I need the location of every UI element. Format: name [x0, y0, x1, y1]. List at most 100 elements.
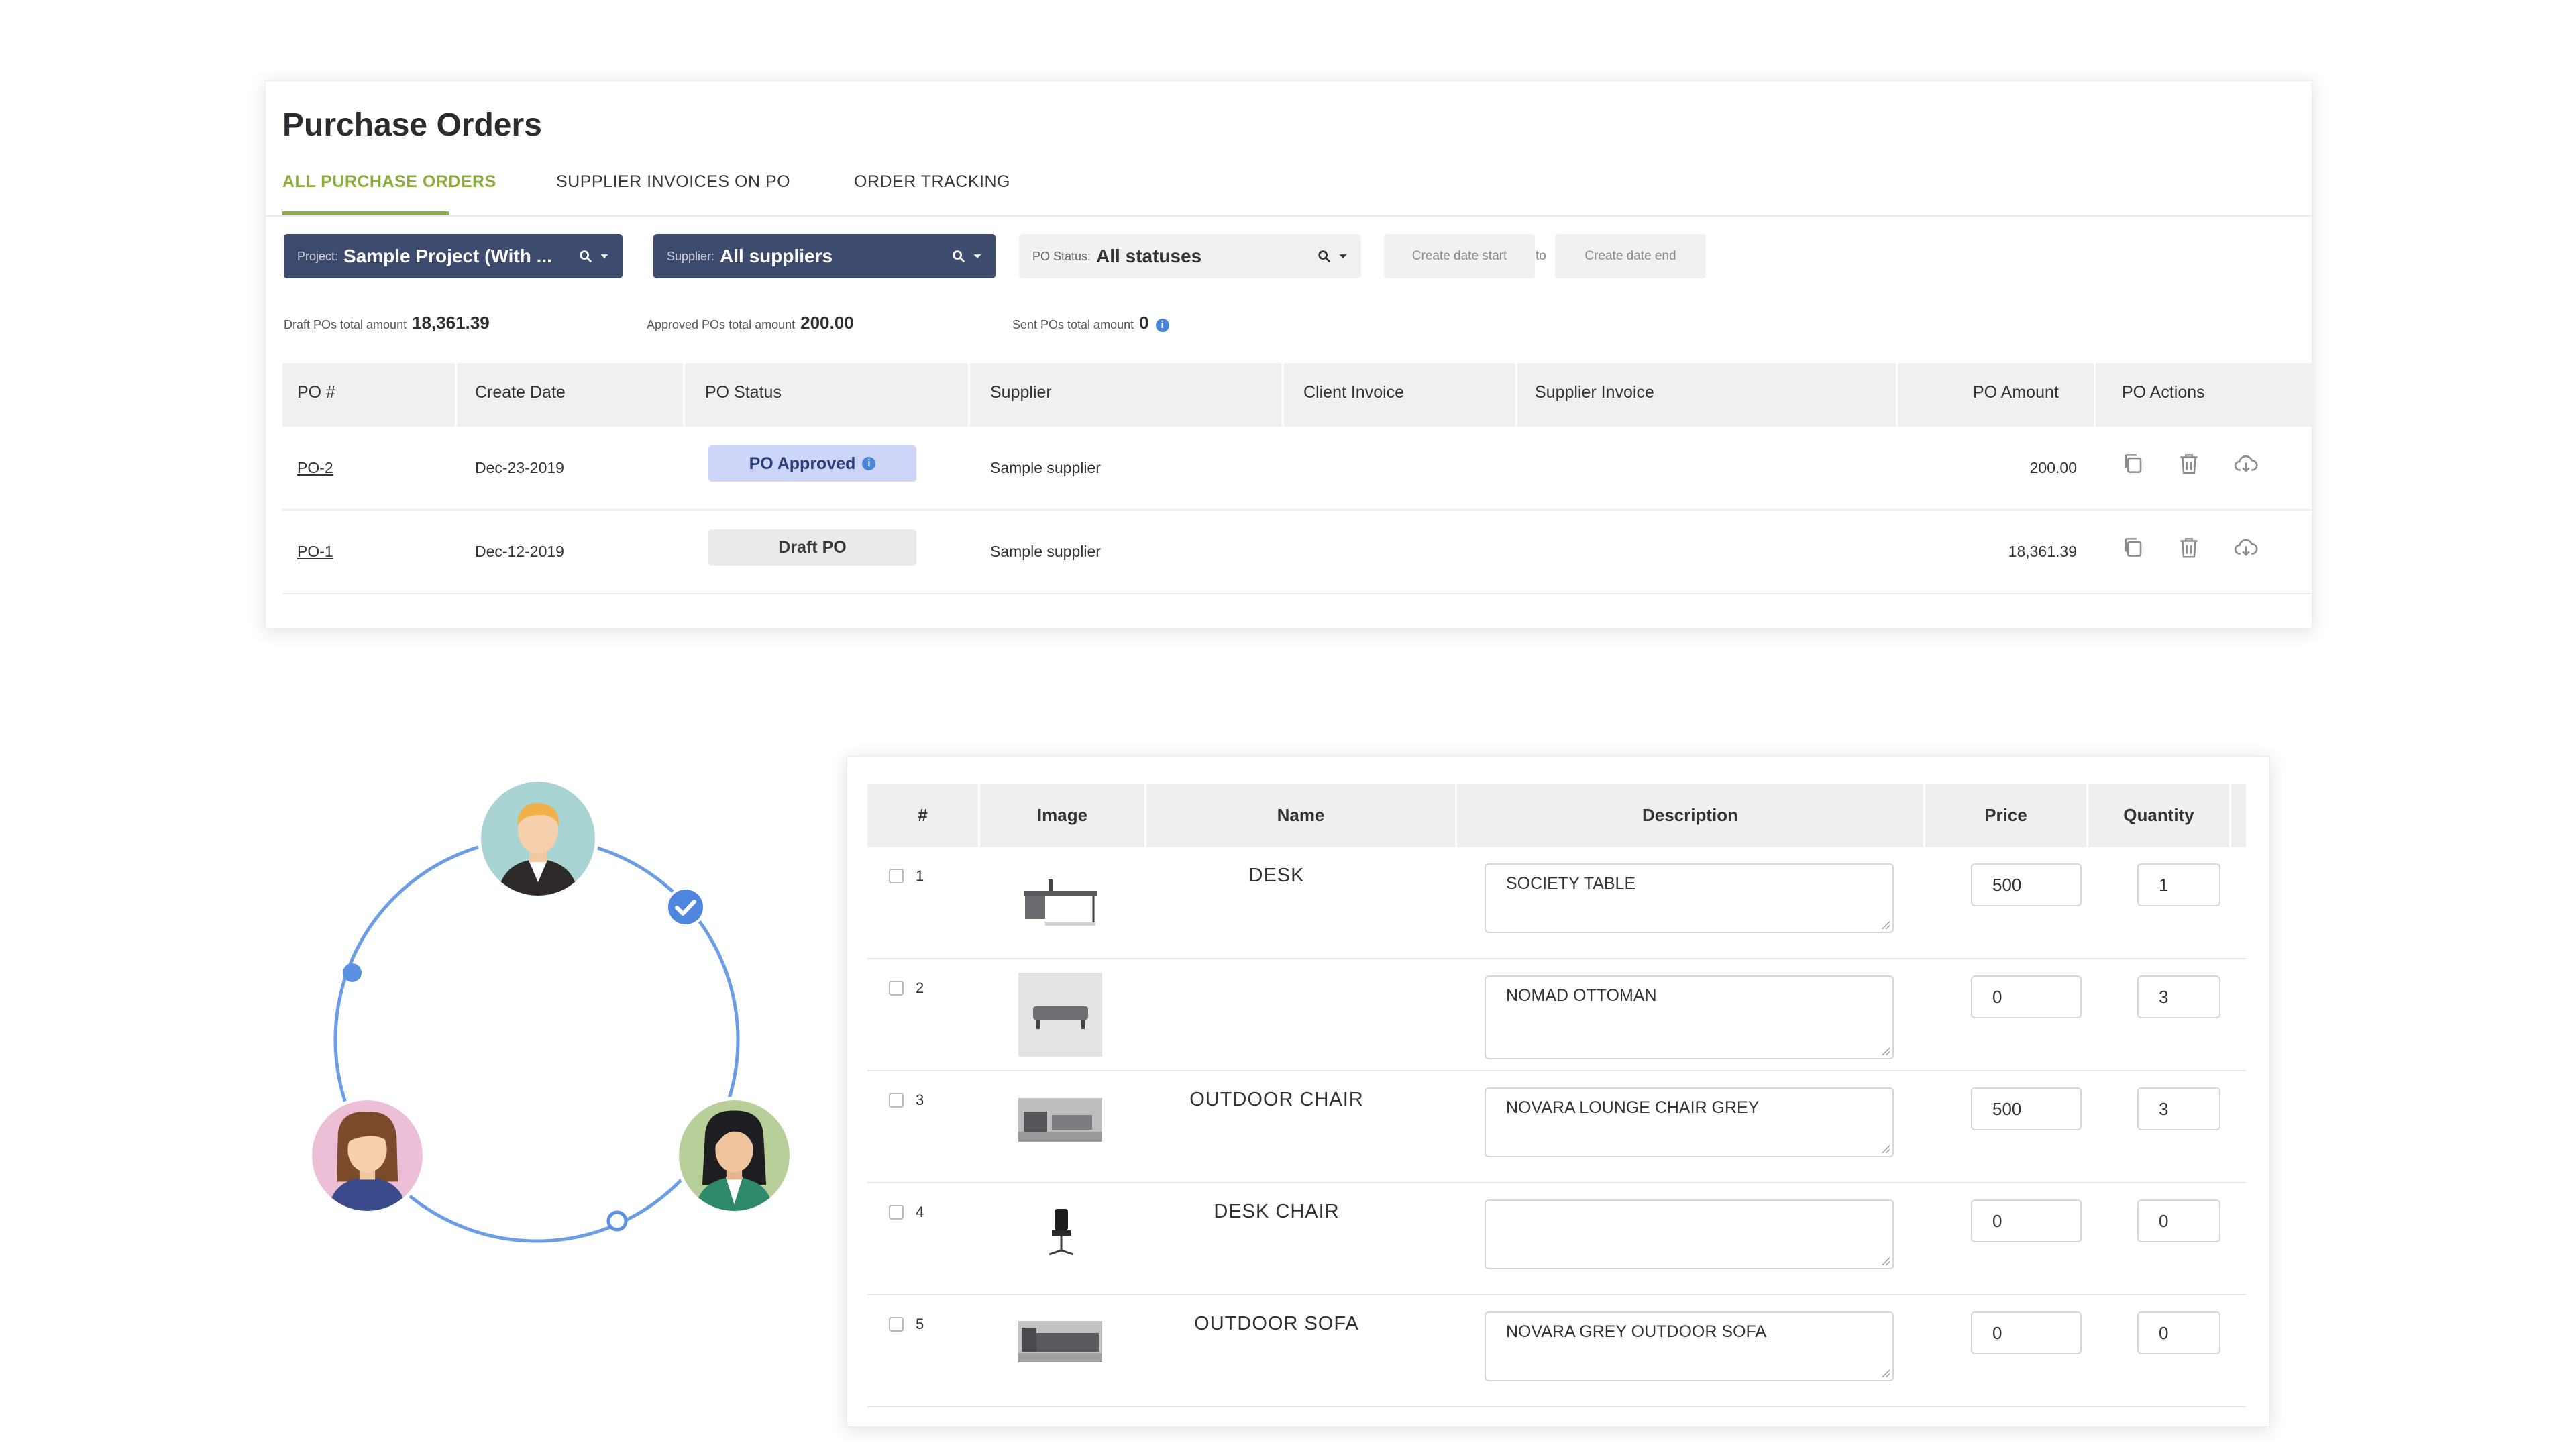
quantity-input[interactable]: 0 [2137, 1311, 2220, 1354]
copy-icon[interactable] [2121, 451, 2146, 476]
page-title: Purchase Orders [282, 107, 542, 143]
column-header-price: Price [1984, 805, 2027, 825]
po-amount-cell: 18,361.39 [2008, 543, 2077, 560]
line-items-panel: # Image Name Description Price Quantity … [847, 756, 2270, 1427]
tab-order-tracking[interactable]: ORDER TRACKING [854, 172, 1010, 192]
quantity-input[interactable]: 1 [2137, 863, 2220, 906]
tab-bar: ALL PURCHASE ORDERS SUPPLIER INVOICES ON… [266, 160, 2312, 217]
chevron-down-icon [600, 254, 608, 258]
column-header-supplier-invoice[interactable]: Supplier Invoice [1535, 383, 1654, 402]
row-number: 5 [916, 1316, 924, 1332]
price-input[interactable]: 500 [1971, 1087, 2082, 1130]
row-number: 1 [916, 867, 924, 884]
description-textarea[interactable] [1485, 1199, 1894, 1269]
column-header-name: Name [1277, 805, 1325, 825]
row-number: 4 [916, 1203, 924, 1220]
table-row: 3 OUTDOOR CHAIR NOVARA LOUNGE CHAIR GREY… [867, 1071, 2246, 1183]
product-name: OUTDOOR CHAIR [1189, 1089, 1364, 1110]
product-name: DESK [1248, 865, 1305, 886]
sent-total: Sent POs total amount 0 i [1012, 313, 1169, 333]
resize-handle-icon[interactable] [1880, 1144, 1890, 1153]
resize-handle-icon[interactable] [1880, 1256, 1890, 1265]
row-number: 3 [916, 1091, 924, 1108]
tab-supplier-invoices-on-po[interactable]: SUPPLIER INVOICES ON PO [556, 172, 790, 192]
line-items-table-header: # Image Name Description Price Quantity [867, 784, 2246, 847]
supplier-filter-value: All suppliers [720, 246, 833, 266]
description-textarea[interactable]: NOVARA GREY OUTDOOR SOFA [1485, 1311, 1894, 1381]
table-row: 1 DESK SOCIETY TABLE 500 1 [867, 847, 2246, 959]
desk-chair-image [1049, 1209, 1074, 1256]
column-header-supplier[interactable]: Supplier [990, 383, 1052, 402]
chevron-down-icon [973, 254, 981, 258]
description-textarea[interactable]: SOCIETY TABLE [1485, 863, 1894, 933]
cloud-download-icon[interactable] [2233, 535, 2259, 560]
chevron-down-icon [1339, 254, 1347, 258]
trash-icon[interactable] [2176, 535, 2202, 560]
outdoor-chair-image [1018, 1098, 1102, 1142]
po-amount-cell: 200.00 [2029, 459, 2077, 476]
product-name: DESK CHAIR [1214, 1201, 1340, 1222]
resize-handle-icon[interactable] [1880, 920, 1890, 929]
create-date-cell: Dec-12-2019 [475, 543, 564, 560]
status-badge: PO Approved i [708, 445, 916, 482]
price-input[interactable]: 0 [1971, 1311, 2082, 1354]
quantity-input[interactable]: 3 [2137, 975, 2220, 1018]
approved-total-value: 200.00 [800, 313, 854, 333]
supplier-filter-label: Supplier: [667, 249, 715, 263]
quantity-input[interactable]: 3 [2137, 1087, 2220, 1130]
po-status-filter[interactable]: PO Status: All statuses [1019, 234, 1361, 278]
info-icon[interactable]: i [1155, 319, 1169, 333]
project-filter[interactable]: Project: Sample Project (With ... [284, 234, 623, 278]
row-checkbox[interactable] [889, 1093, 904, 1108]
resize-handle-icon[interactable] [1880, 1046, 1890, 1055]
trash-icon[interactable] [2176, 451, 2202, 476]
column-header-image: Image [1036, 805, 1088, 825]
price-input[interactable]: 500 [1971, 863, 2082, 906]
purchase-orders-panel: Purchase Orders ALL PURCHASE ORDERS SUPP… [265, 80, 2312, 629]
row-checkbox[interactable] [889, 1205, 904, 1220]
column-header-client-invoice[interactable]: Client Invoice [1303, 383, 1404, 402]
date-range-to-label: to [1536, 249, 1546, 263]
resize-handle-icon[interactable] [1880, 1368, 1890, 1377]
approved-total-label: Approved POs total amount [647, 318, 796, 331]
tab-all-purchase-orders[interactable]: ALL PURCHASE ORDERS [282, 172, 496, 192]
column-header-create-date[interactable]: Create Date [475, 383, 566, 402]
column-header-po-actions: PO Actions [2122, 383, 2205, 402]
description-textarea[interactable]: NOMAD OTTOMAN [1485, 975, 1894, 1059]
search-icon [1318, 250, 1331, 263]
check-circle-icon [665, 887, 706, 927]
po-link[interactable]: PO-2 [297, 459, 333, 477]
product-name: OUTDOOR SOFA [1194, 1313, 1359, 1334]
create-date-end-input[interactable]: Create date end [1555, 234, 1706, 278]
column-header-po-status[interactable]: PO Status [705, 383, 782, 402]
price-input[interactable]: 0 [1971, 975, 2082, 1018]
price-input[interactable]: 0 [1971, 1199, 2082, 1242]
draft-total-label: Draft POs total amount [284, 318, 407, 331]
column-header-description: Description [1642, 805, 1739, 825]
outdoor-sofa-image [1018, 1321, 1102, 1362]
create-date-start-input[interactable]: Create date start [1384, 234, 1535, 278]
table-row: PO-2 Dec-23-2019 PO Approved i Sample sup… [282, 427, 2312, 511]
column-header-po-amount[interactable]: PO Amount [1973, 383, 2059, 402]
column-header-po-number[interactable]: PO # [297, 383, 335, 402]
po-link[interactable]: PO-1 [297, 543, 333, 561]
create-date-cell: Dec-23-2019 [475, 459, 564, 476]
quantity-input[interactable]: 0 [2137, 1199, 2220, 1242]
cloud-download-icon[interactable] [2233, 451, 2259, 476]
row-checkbox[interactable] [889, 981, 904, 996]
copy-icon[interactable] [2121, 535, 2146, 560]
description-textarea[interactable]: NOVARA LOUNGE CHAIR GREY [1485, 1087, 1894, 1157]
man-avatar [481, 782, 595, 896]
woman-avatar-pink [312, 1100, 423, 1211]
info-icon[interactable]: i [862, 457, 876, 470]
active-tab-indicator [282, 211, 449, 215]
row-checkbox[interactable] [889, 869, 904, 883]
table-row: 2 NOMAD OTTOMAN 0 3 [867, 959, 2246, 1071]
row-checkbox[interactable] [889, 1317, 904, 1332]
sent-total-value: 0 [1139, 313, 1149, 333]
status-badge-label: PO Approved [749, 453, 856, 473]
ottoman-image [1018, 973, 1102, 1057]
po-table-header: PO # Create Date PO Status Supplier Clie… [282, 363, 2312, 427]
supplier-filter[interactable]: Supplier: All suppliers [653, 234, 996, 278]
draft-total: Draft POs total amount 18,361.39 [284, 313, 490, 333]
